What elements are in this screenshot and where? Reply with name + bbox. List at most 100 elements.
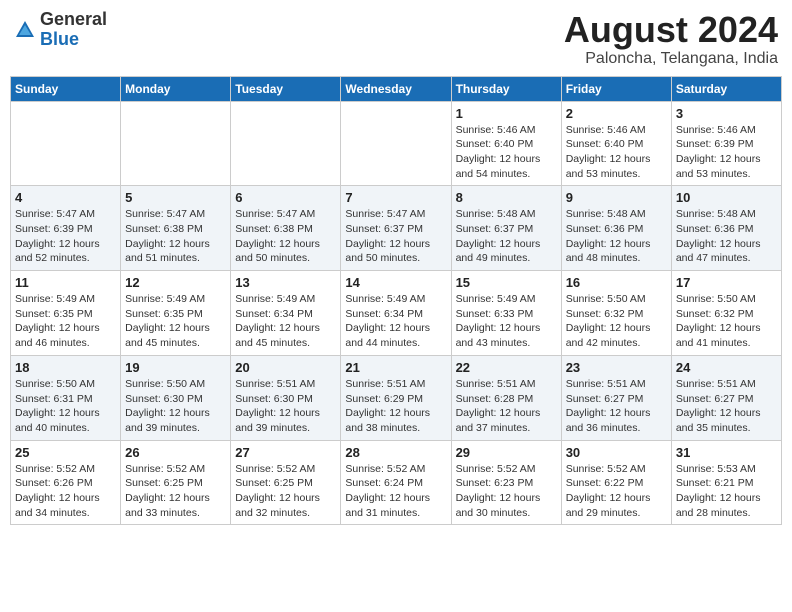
day-info: Sunrise: 5:51 AM Sunset: 6:28 PM Dayligh… xyxy=(456,377,557,436)
day-number: 3 xyxy=(676,106,777,121)
calendar-cell-5-7: 31 Sunrise: 5:53 AM Sunset: 6:21 PM Dayli… xyxy=(671,440,781,525)
calendar-week-3: 11Sunrise: 5:49 AM Sunset: 6:35 PM Dayli… xyxy=(11,271,782,356)
day-info: Sunrise: 5:50 AM Sunset: 6:30 PM Dayligh… xyxy=(125,377,226,436)
calendar-cell-3-4: 14Sunrise: 5:49 AM Sunset: 6:34 PM Dayli… xyxy=(341,271,451,356)
month-title: August 2024 xyxy=(564,10,778,50)
calendar-header-saturday: Saturday xyxy=(671,76,781,101)
day-info: Sunrise: 5:52 AM Sunset: 6:24 PM Dayligh… xyxy=(345,462,446,521)
day-number: 31 xyxy=(676,445,777,460)
calendar-week-4: 18 Sunrise: 5:50 AM Sunset: 6:31 PM Dayli… xyxy=(11,355,782,440)
day-number: 30 xyxy=(566,445,667,460)
day-number: 10 xyxy=(676,190,777,205)
calendar-header-sunday: Sunday xyxy=(11,76,121,101)
day-number: 28 xyxy=(345,445,446,460)
day-number: 1 xyxy=(456,106,557,121)
day-info: Sunrise: 5:52 AM Sunset: 6:26 PM Dayligh… xyxy=(15,462,116,521)
day-info: Sunrise: 5:51 AM Sunset: 6:29 PM Dayligh… xyxy=(345,377,446,436)
calendar-week-1: 1 Sunrise: 5:46 AM Sunset: 6:40 PM Daylig… xyxy=(11,101,782,186)
day-number: 8 xyxy=(456,190,557,205)
day-number: 4 xyxy=(15,190,116,205)
calendar-cell-2-3: 6 Sunrise: 5:47 AM Sunset: 6:38 PM Daylig… xyxy=(231,186,341,271)
calendar-cell-5-4: 28 Sunrise: 5:52 AM Sunset: 6:24 PM Dayli… xyxy=(341,440,451,525)
day-number: 7 xyxy=(345,190,446,205)
day-info: Sunrise: 5:48 AM Sunset: 6:36 PM Dayligh… xyxy=(676,207,777,266)
calendar-cell-4-7: 24 Sunrise: 5:51 AM Sunset: 6:27 PM Dayli… xyxy=(671,355,781,440)
calendar-cell-3-7: 17 Sunrise: 5:50 AM Sunset: 6:32 PM Dayli… xyxy=(671,271,781,356)
day-info: Sunrise: 5:46 AM Sunset: 6:40 PM Dayligh… xyxy=(566,123,667,182)
calendar-cell-5-1: 25 Sunrise: 5:52 AM Sunset: 6:26 PM Dayli… xyxy=(11,440,121,525)
calendar-cell-3-1: 11Sunrise: 5:49 AM Sunset: 6:35 PM Dayli… xyxy=(11,271,121,356)
day-info: Sunrise: 5:46 AM Sunset: 6:40 PM Dayligh… xyxy=(456,123,557,182)
logo: General Blue xyxy=(14,10,107,50)
calendar-cell-2-4: 7 Sunrise: 5:47 AM Sunset: 6:37 PM Daylig… xyxy=(341,186,451,271)
calendar-header-tuesday: Tuesday xyxy=(231,76,341,101)
calendar-cell-4-5: 22 Sunrise: 5:51 AM Sunset: 6:28 PM Dayli… xyxy=(451,355,561,440)
day-number: 17 xyxy=(676,275,777,290)
day-number: 15 xyxy=(456,275,557,290)
day-number: 24 xyxy=(676,360,777,375)
day-number: 21 xyxy=(345,360,446,375)
day-info: Sunrise: 5:51 AM Sunset: 6:27 PM Dayligh… xyxy=(566,377,667,436)
calendar-cell-5-3: 27Sunrise: 5:52 AM Sunset: 6:25 PM Dayli… xyxy=(231,440,341,525)
logo-icon xyxy=(14,19,36,41)
calendar-cell-3-5: 15 Sunrise: 5:49 AM Sunset: 6:33 PM Dayli… xyxy=(451,271,561,356)
day-number: 27 xyxy=(235,445,336,460)
day-info: Sunrise: 5:49 AM Sunset: 6:33 PM Dayligh… xyxy=(456,292,557,351)
calendar-cell-1-1 xyxy=(11,101,121,186)
day-info: Sunrise: 5:48 AM Sunset: 6:36 PM Dayligh… xyxy=(566,207,667,266)
title-block: August 2024 Paloncha, Telangana, India xyxy=(564,10,778,68)
calendar-cell-1-4 xyxy=(341,101,451,186)
day-number: 22 xyxy=(456,360,557,375)
day-info: Sunrise: 5:53 AM Sunset: 6:21 PM Dayligh… xyxy=(676,462,777,521)
calendar-cell-4-3: 20Sunrise: 5:51 AM Sunset: 6:30 PM Dayli… xyxy=(231,355,341,440)
page-header: General Blue August 2024 Paloncha, Telan… xyxy=(10,10,782,68)
calendar-header-friday: Friday xyxy=(561,76,671,101)
calendar-cell-2-2: 5Sunrise: 5:47 AM Sunset: 6:38 PM Daylig… xyxy=(121,186,231,271)
day-info: Sunrise: 5:51 AM Sunset: 6:27 PM Dayligh… xyxy=(676,377,777,436)
calendar-cell-1-6: 2 Sunrise: 5:46 AM Sunset: 6:40 PM Daylig… xyxy=(561,101,671,186)
day-info: Sunrise: 5:47 AM Sunset: 6:38 PM Dayligh… xyxy=(125,207,226,266)
day-number: 20 xyxy=(235,360,336,375)
day-number: 9 xyxy=(566,190,667,205)
calendar-cell-4-4: 21 Sunrise: 5:51 AM Sunset: 6:29 PM Dayli… xyxy=(341,355,451,440)
day-info: Sunrise: 5:49 AM Sunset: 6:34 PM Dayligh… xyxy=(345,292,446,351)
logo-general: General xyxy=(40,9,107,29)
day-info: Sunrise: 5:50 AM Sunset: 6:31 PM Dayligh… xyxy=(15,377,116,436)
day-info: Sunrise: 5:50 AM Sunset: 6:32 PM Dayligh… xyxy=(566,292,667,351)
calendar-cell-1-5: 1 Sunrise: 5:46 AM Sunset: 6:40 PM Daylig… xyxy=(451,101,561,186)
day-info: Sunrise: 5:47 AM Sunset: 6:38 PM Dayligh… xyxy=(235,207,336,266)
calendar-cell-5-2: 26Sunrise: 5:52 AM Sunset: 6:25 PM Dayli… xyxy=(121,440,231,525)
calendar-week-2: 4 Sunrise: 5:47 AM Sunset: 6:39 PM Daylig… xyxy=(11,186,782,271)
calendar-cell-2-6: 9 Sunrise: 5:48 AM Sunset: 6:36 PM Daylig… xyxy=(561,186,671,271)
day-number: 25 xyxy=(15,445,116,460)
calendar-cell-1-2 xyxy=(121,101,231,186)
calendar-header-row: SundayMondayTuesdayWednesdayThursdayFrid… xyxy=(11,76,782,101)
calendar-cell-5-5: 29Sunrise: 5:52 AM Sunset: 6:23 PM Dayli… xyxy=(451,440,561,525)
day-info: Sunrise: 5:46 AM Sunset: 6:39 PM Dayligh… xyxy=(676,123,777,182)
calendar-table: SundayMondayTuesdayWednesdayThursdayFrid… xyxy=(10,76,782,526)
location-title: Paloncha, Telangana, India xyxy=(564,50,778,68)
day-number: 19 xyxy=(125,360,226,375)
day-number: 23 xyxy=(566,360,667,375)
day-number: 26 xyxy=(125,445,226,460)
day-number: 11 xyxy=(15,275,116,290)
day-number: 18 xyxy=(15,360,116,375)
day-number: 12 xyxy=(125,275,226,290)
day-info: Sunrise: 5:47 AM Sunset: 6:37 PM Dayligh… xyxy=(345,207,446,266)
calendar-header-thursday: Thursday xyxy=(451,76,561,101)
day-number: 13 xyxy=(235,275,336,290)
calendar-cell-4-1: 18 Sunrise: 5:50 AM Sunset: 6:31 PM Dayli… xyxy=(11,355,121,440)
day-number: 2 xyxy=(566,106,667,121)
day-number: 29 xyxy=(456,445,557,460)
day-info: Sunrise: 5:52 AM Sunset: 6:22 PM Dayligh… xyxy=(566,462,667,521)
calendar-cell-2-5: 8Sunrise: 5:48 AM Sunset: 6:37 PM Daylig… xyxy=(451,186,561,271)
calendar-cell-5-6: 30 Sunrise: 5:52 AM Sunset: 6:22 PM Dayli… xyxy=(561,440,671,525)
day-info: Sunrise: 5:50 AM Sunset: 6:32 PM Dayligh… xyxy=(676,292,777,351)
day-info: Sunrise: 5:49 AM Sunset: 6:34 PM Dayligh… xyxy=(235,292,336,351)
calendar-cell-3-6: 16Sunrise: 5:50 AM Sunset: 6:32 PM Dayli… xyxy=(561,271,671,356)
calendar-cell-4-2: 19 Sunrise: 5:50 AM Sunset: 6:30 PM Dayli… xyxy=(121,355,231,440)
calendar-cell-3-3: 13 Sunrise: 5:49 AM Sunset: 6:34 PM Dayli… xyxy=(231,271,341,356)
day-info: Sunrise: 5:47 AM Sunset: 6:39 PM Dayligh… xyxy=(15,207,116,266)
calendar-cell-2-1: 4 Sunrise: 5:47 AM Sunset: 6:39 PM Daylig… xyxy=(11,186,121,271)
day-number: 6 xyxy=(235,190,336,205)
